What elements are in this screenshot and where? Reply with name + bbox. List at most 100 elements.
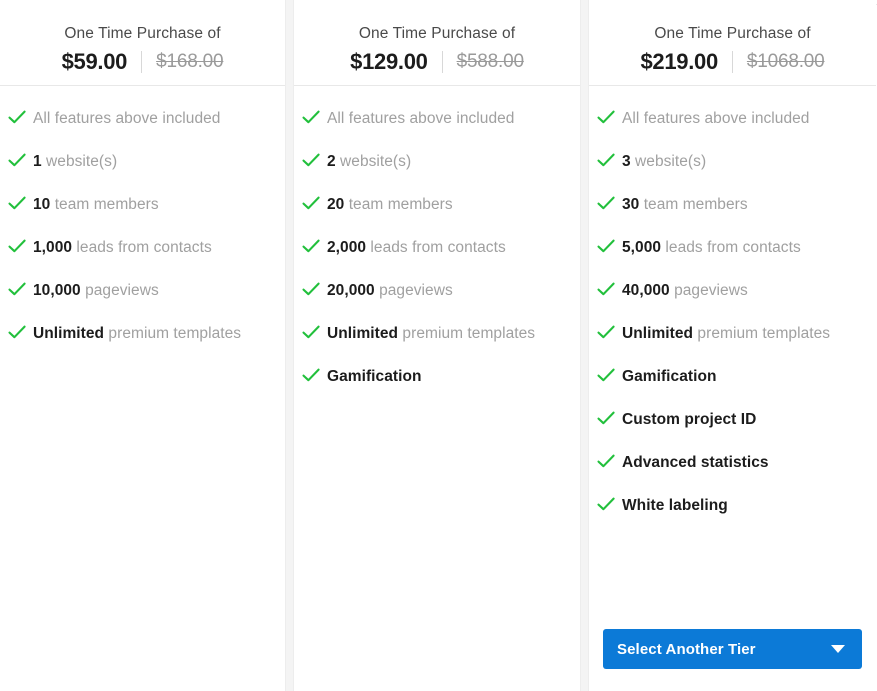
feature-value: Unlimited (622, 325, 693, 342)
check-icon (595, 149, 617, 171)
feature-value: 10,000 (33, 282, 81, 299)
tier-column-3: One Time Purchase of $219.00 $1068.00 All f… (589, 0, 876, 691)
feature-item: Advanced statistics (589, 449, 876, 476)
feature-item: 30 team members (589, 191, 876, 218)
feature-value: 10 (33, 196, 50, 213)
feature-item: All features above included (0, 105, 285, 132)
feature-value: Unlimited (33, 325, 104, 342)
feature-description: website(s) (336, 153, 411, 170)
feature-item: White labeling (589, 492, 876, 519)
check-icon (6, 235, 28, 257)
feature-value: 5,000 (622, 239, 661, 256)
feature-list: All features above included2 website(s)2… (294, 86, 580, 549)
feature-item: 20 team members (294, 191, 580, 218)
feature-value: 2,000 (327, 239, 366, 256)
feature-label: 3 website(s) (622, 148, 706, 175)
feature-list: All features above included1 website(s)1… (0, 86, 285, 527)
check-icon (595, 407, 617, 429)
feature-label: Gamification (327, 363, 421, 390)
feature-label: Unlimited premium templates (33, 320, 241, 347)
check-icon (595, 450, 617, 472)
feature-description: All features above included (33, 110, 220, 127)
feature-description: leads from contacts (72, 239, 212, 256)
feature-label: Advanced statistics (622, 449, 769, 476)
original-price: $168.00 (156, 48, 223, 76)
feature-label: All features above included (33, 105, 220, 132)
tier-header: One Time Purchase of$59.00$168.00 (0, 0, 285, 86)
pricing-table: One Time Purchase of $59.00 $168.00 All fea… (0, 0, 877, 691)
price-separator (141, 51, 142, 73)
price-row: $219.00 $1068.00 (589, 48, 876, 76)
feature-item: Gamification (294, 363, 580, 390)
feature-item: 3 website(s) (589, 148, 876, 175)
feature-item: 10,000 pageviews (0, 277, 285, 304)
feature-value: 20 (327, 196, 344, 213)
feature-item: 5,000 leads from contacts (589, 234, 876, 261)
check-icon (595, 493, 617, 515)
original-price: $1068.00 (747, 48, 825, 76)
feature-label: White labeling (622, 492, 728, 519)
feature-label: 20,000 pageviews (327, 277, 453, 304)
feature-list: All features above included3 website(s)3… (589, 86, 876, 582)
feature-description: premium templates (398, 325, 535, 342)
column-spacer (294, 549, 580, 691)
feature-description: leads from contacts (661, 239, 801, 256)
check-icon (595, 321, 617, 343)
feature-label: 2,000 leads from contacts (327, 234, 506, 261)
feature-item: 1 website(s) (0, 148, 285, 175)
check-icon (6, 106, 28, 128)
tier-column-1: One Time Purchase of$59.00$168.00All fea… (0, 0, 285, 691)
feature-label: All features above included (327, 105, 514, 132)
feature-label: 1 website(s) (33, 148, 117, 175)
feature-description: team members (344, 196, 452, 213)
feature-value: 2 (327, 153, 336, 170)
select-another-tier-button[interactable]: Select Another Tier (603, 629, 862, 669)
feature-description: Gamification (622, 368, 716, 385)
feature-label: Custom project ID (622, 406, 756, 433)
feature-item: 20,000 pageviews (294, 277, 580, 304)
feature-value: Unlimited (327, 325, 398, 342)
feature-item: All features above included (589, 105, 876, 132)
feature-label: 40,000 pageviews (622, 277, 748, 304)
feature-item: All features above included (294, 105, 580, 132)
feature-description: premium templates (104, 325, 241, 342)
tier-header: One Time Purchase of$129.00$588.00 (294, 0, 580, 86)
feature-description: team members (639, 196, 747, 213)
feature-label: Unlimited premium templates (622, 320, 830, 347)
check-icon (300, 235, 322, 257)
check-icon (6, 149, 28, 171)
current-price: $59.00 (62, 48, 128, 76)
feature-label: 5,000 leads from contacts (622, 234, 801, 261)
current-price: $219.00 (640, 48, 717, 76)
price-row: $129.00$588.00 (294, 48, 580, 76)
chevron-down-icon (831, 645, 845, 653)
check-icon (6, 321, 28, 343)
feature-value: 1 (33, 153, 42, 170)
feature-description: pageviews (670, 282, 748, 299)
column-divider (285, 0, 294, 691)
feature-item: Unlimited premium templates (294, 320, 580, 347)
feature-description: team members (50, 196, 158, 213)
feature-value: 3 (622, 153, 631, 170)
price-separator (442, 51, 443, 73)
column-divider (580, 0, 589, 691)
feature-label: 2 website(s) (327, 148, 411, 175)
purchase-label: One Time Purchase of (589, 24, 876, 44)
feature-value: 1,000 (33, 239, 72, 256)
feature-description: Gamification (327, 368, 421, 385)
select-another-tier-label: Select Another Tier (617, 641, 756, 658)
feature-label: 10 team members (33, 191, 159, 218)
check-icon (595, 106, 617, 128)
check-icon (595, 364, 617, 386)
original-price: $588.00 (457, 48, 524, 76)
feature-value: 40,000 (622, 282, 670, 299)
feature-description: All features above included (622, 110, 809, 127)
check-icon (6, 278, 28, 300)
feature-label: Unlimited premium templates (327, 320, 535, 347)
check-icon (300, 364, 322, 386)
check-icon (300, 192, 322, 214)
feature-description: website(s) (631, 153, 706, 170)
feature-item: Unlimited premium templates (589, 320, 876, 347)
check-icon (300, 149, 322, 171)
feature-label: Gamification (622, 363, 716, 390)
